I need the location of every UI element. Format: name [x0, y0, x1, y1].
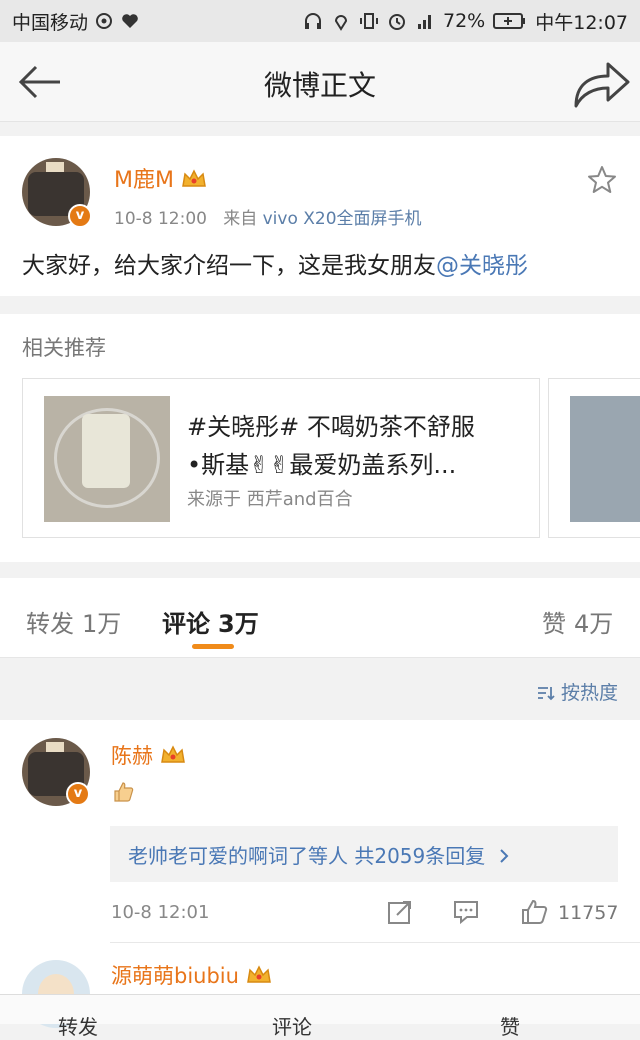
- mention-link[interactable]: @关晓彤: [436, 253, 528, 279]
- tab-like[interactable]: 赞 4万: [542, 604, 613, 639]
- comment-divider: [110, 942, 640, 943]
- verified-badge-icon: v: [68, 204, 92, 228]
- tab-comment-count: 3万: [218, 610, 259, 638]
- favorite-star-icon[interactable]: [586, 164, 618, 196]
- author-name-text: M鹿M: [114, 168, 174, 193]
- related-recommendations: 相关推荐 #关晓彤# 不喝奶茶不舒服 •斯基✌✌最爱奶盖系列... 来源于 西芹…: [0, 314, 640, 562]
- top-nav-bar: 微博正文: [0, 42, 640, 122]
- headphone-icon: [305, 13, 321, 29]
- post-body: 大家好，给大家介绍一下，这是我女朋友: [22, 253, 436, 279]
- recommend-card[interactable]: #关晓彤# 不喝奶茶不舒服 •斯基✌✌最爱奶盖系列... 来源于 西芹and百合: [22, 378, 540, 538]
- recommend-thumbnail: [44, 396, 170, 522]
- bottom-repost-button[interactable]: 转发: [58, 1011, 98, 1040]
- recommend-card-next[interactable]: [548, 378, 640, 538]
- status-bar: 中国移动 72% 中午12:07: [0, 0, 640, 42]
- reply-summary-text: 老帅老可爱的啊词了等人 共2059条回复: [128, 844, 486, 868]
- interaction-tabs: 转发 1万 评论 3万 赞 4万: [0, 578, 640, 658]
- page-title: 微博正文: [263, 69, 376, 102]
- tab-comment[interactable]: 评论 3万: [162, 604, 259, 639]
- signal-swirl-icon: [96, 13, 113, 29]
- post-meta: 10-8 12:00 来自 vivo X20全面屏手机: [114, 204, 422, 229]
- commenter-name[interactable]: 陈赫: [111, 740, 186, 770]
- recommend-title-line2: •斯基✌✌最爱奶盖系列...: [187, 451, 457, 479]
- sort-icon: [537, 687, 555, 701]
- bottom-like-button[interactable]: 赞: [500, 1011, 520, 1040]
- carrier-label: 中国移动: [12, 11, 89, 34]
- post-time: 10-8 12:00: [114, 209, 207, 229]
- battery-percent: 72%: [443, 10, 486, 32]
- tab-like-count: 4万: [574, 610, 614, 638]
- cell-signal-icon: [418, 15, 431, 29]
- clock: 中午12:07: [535, 11, 628, 34]
- sort-label: 按热度: [560, 682, 618, 704]
- tab-comment-label: 评论: [162, 610, 210, 638]
- vibrate-icon: [360, 13, 378, 29]
- reply-summary-link[interactable]: 老帅老可爱的啊词了等人 共2059条回复: [110, 826, 618, 882]
- tab-repost-count: 1万: [82, 610, 122, 638]
- recommend-source: 来源于 西芹and百合: [187, 489, 353, 510]
- crown-icon: [182, 169, 206, 187]
- reply-comment-icon[interactable]: [452, 898, 480, 926]
- post-card: v M鹿M 10-8 12:00 来自 vivo X20全面屏手机 大家好，给大…: [0, 136, 640, 296]
- commenter-name-text: 陈赫: [111, 744, 153, 768]
- repost-comment-icon[interactable]: [386, 898, 414, 926]
- commenter-name[interactable]: 源萌萌biubiu: [111, 960, 272, 990]
- bottom-comment-label: 评论: [272, 1015, 312, 1039]
- bottom-like-label: 赞: [500, 1015, 520, 1039]
- comment-time: 10-8 12:01: [111, 902, 210, 923]
- battery-icon: [493, 13, 526, 29]
- alarm-icon: [389, 14, 405, 30]
- tab-repost[interactable]: 转发 1万: [26, 604, 121, 639]
- bottom-comment-button[interactable]: 评论: [272, 1011, 312, 1040]
- share-icon[interactable]: [570, 56, 632, 110]
- crown-icon: [246, 965, 271, 983]
- tab-repost-label: 转发: [26, 610, 74, 638]
- sort-by-heat-button[interactable]: 按热度: [537, 678, 618, 705]
- comment-like-count: 11757: [558, 902, 619, 924]
- comment-list: v 陈赫 老帅老可爱的啊词了等人 共2059条回复 10-8 12:01 117…: [0, 720, 640, 1028]
- recommend-title-line1: #关晓彤# 不喝奶茶不舒服: [187, 413, 475, 441]
- crown-icon: [160, 745, 185, 763]
- tab-like-label: 赞: [542, 610, 566, 638]
- post-device[interactable]: vivo X20全面屏手机: [263, 209, 422, 229]
- post-text: 大家好，给大家介绍一下，这是我女朋友@关晓彤: [22, 246, 528, 280]
- active-tab-indicator: [192, 644, 234, 649]
- post-source-prefix: 来自: [223, 209, 258, 229]
- bottom-action-bar: 转发 评论 赞: [0, 994, 640, 1039]
- sort-bar: 按热度: [0, 658, 640, 720]
- chevron-right-icon: [499, 849, 509, 863]
- author-name[interactable]: M鹿M: [114, 162, 207, 194]
- location-icon: [334, 15, 348, 31]
- recommend-thumbnail-next: [570, 396, 640, 522]
- bottom-repost-label: 转发: [58, 1015, 98, 1039]
- like-thumb-icon[interactable]: [520, 898, 548, 926]
- heart-rate-icon: [122, 14, 138, 28]
- commenter-name-text: 源萌萌biubiu: [111, 964, 239, 988]
- thumbs-up-emoji-icon: [114, 782, 134, 802]
- recommend-heading: 相关推荐: [22, 336, 106, 360]
- verified-badge-icon: v: [66, 782, 90, 806]
